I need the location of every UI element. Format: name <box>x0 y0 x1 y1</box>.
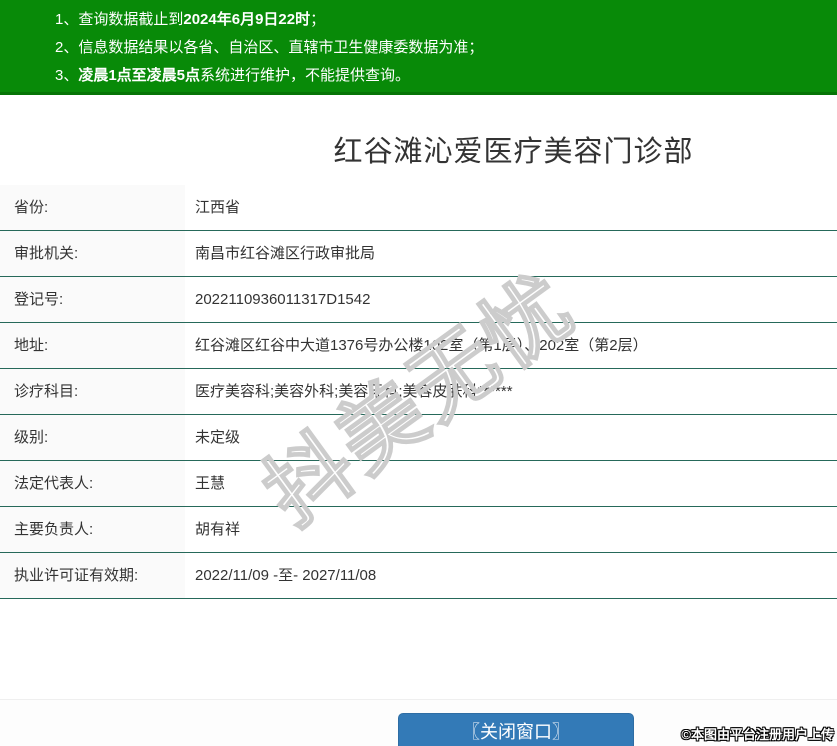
table-row-address: 地址: 红谷滩区红谷中大道1376号办公楼102室（第1层）、202室（第2层） <box>0 323 837 369</box>
info-table: 省份: 江西省 审批机关: 南昌市红谷滩区行政审批局 登记号: 20221109… <box>0 185 837 599</box>
row-value: 红谷滩区红谷中大道1376号办公楼102室（第1层）、202室（第2层） <box>185 323 837 368</box>
table-row-legal-representative: 法定代表人: 王慧 <box>0 461 837 507</box>
notice-line-1: 1、查询数据截止到2024年6月9日22时； <box>0 6 837 34</box>
notice-num: 3、 <box>55 67 78 84</box>
notice-num: 2、 <box>55 39 78 56</box>
page-title: 红谷滩沁爱医疗美容门诊部 <box>190 128 837 170</box>
row-label: 诊疗科目: <box>0 369 185 414</box>
table-row-person-in-charge: 主要负责人: 胡有祥 <box>0 507 837 553</box>
table-row-level: 级别: 未定级 <box>0 415 837 461</box>
notice-line-3: 3、凌晨1点至凌晨5点系统进行维护，不能提供查询。 <box>0 62 837 90</box>
row-label: 级别: <box>0 415 185 460</box>
close-window-button[interactable]: 〖关闭窗口〗 <box>398 713 634 746</box>
row-value: 医疗美容科;美容外科;美容牙科;美容皮肤科****** <box>185 369 837 414</box>
notice-num: 1、 <box>55 11 78 28</box>
table-row-approval-authority: 审批机关: 南昌市红谷滩区行政审批局 <box>0 231 837 277</box>
table-row-registration-number: 登记号: 2022110936011317D1542 <box>0 277 837 323</box>
row-label: 地址: <box>0 323 185 368</box>
notice-bar: 1、查询数据截止到2024年6月9日22时； 2、信息数据结果以各省、自治区、直… <box>0 0 837 95</box>
notice-bold: 2024年6月9日22时 <box>183 11 310 28</box>
row-label: 登记号: <box>0 277 185 322</box>
notice-text: 查询数据截止到 <box>78 11 183 28</box>
table-row-province: 省份: 江西省 <box>0 185 837 231</box>
notice-text: ； <box>310 11 325 28</box>
row-label: 主要负责人: <box>0 507 185 552</box>
row-value: 王慧 <box>185 461 837 506</box>
row-label: 执业许可证有效期: <box>0 553 185 598</box>
notice-text: 系统进行维护，不能提供查询。 <box>200 67 410 84</box>
notice-line-2: 2、信息数据结果以各省、自治区、直辖市卫生健康委数据为准； <box>0 34 837 62</box>
row-label: 审批机关: <box>0 231 185 276</box>
table-row-medical-subjects: 诊疗科目: 医疗美容科;美容外科;美容牙科;美容皮肤科****** <box>0 369 837 415</box>
row-label: 省份: <box>0 185 185 230</box>
row-value: 南昌市红谷滩区行政审批局 <box>185 231 837 276</box>
upload-badge: ©本图由平台注册用户上传 <box>681 724 834 743</box>
row-label: 法定代表人: <box>0 461 185 506</box>
table-row-license-validity: 执业许可证有效期: 2022/11/09 -至- 2027/11/08 <box>0 553 837 599</box>
row-value: 胡有祥 <box>185 507 837 552</box>
row-value: 未定级 <box>185 415 837 460</box>
notice-bold: 凌晨1点至凌晨5点 <box>78 67 200 84</box>
row-value: 2022/11/09 -至- 2027/11/08 <box>185 553 837 598</box>
notice-text: 信息数据结果以各省、自治区、直辖市卫生健康委数据为准； <box>78 39 483 56</box>
row-value: 2022110936011317D1542 <box>185 277 837 322</box>
row-value: 江西省 <box>185 185 837 230</box>
